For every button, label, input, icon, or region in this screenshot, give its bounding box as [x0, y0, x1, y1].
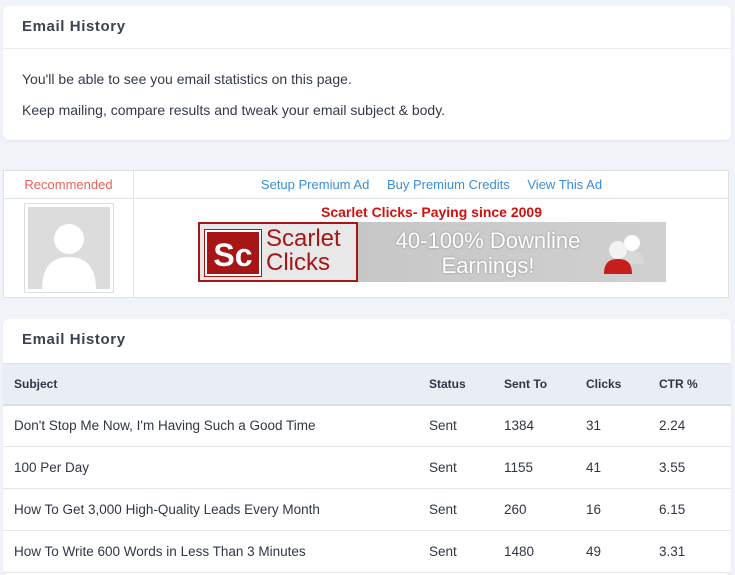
table-row: How To Write 600 Words in Less Than 3 Mi…: [3, 531, 731, 573]
cell-sent-to: 260: [504, 502, 527, 517]
buy-premium-credits-link[interactable]: Buy Premium Credits: [387, 177, 510, 192]
promo-line-1: 40-100% Downline: [395, 228, 581, 253]
banner-promo: 40-100% Downline Earnings!: [373, 228, 603, 278]
ad-box: Recommended Setup Premium Ad Buy Premium…: [3, 170, 729, 298]
col-ctr[interactable]: CTR %: [659, 364, 731, 405]
cell-ctr: 6.15: [659, 502, 686, 517]
cell-status: Sent: [429, 544, 457, 559]
cell-clicks: 31: [586, 418, 602, 434]
cell-sent-to: 1384: [504, 418, 535, 434]
cell-status: Sent: [429, 418, 457, 434]
table-row: How To Get 3,000 High-Quality Leads Ever…: [3, 489, 731, 531]
view-this-ad-link[interactable]: View This Ad: [527, 177, 602, 192]
ad-content: Setup Premium Ad Buy Premium Credits Vie…: [135, 171, 728, 297]
brand-line-2: Clicks: [266, 249, 330, 276]
cell-subject: Don't Stop Me Now, I'm Having Such a Goo…: [14, 418, 316, 434]
banner-brand: Scarlet Clicks: [266, 227, 341, 275]
intro-card: Email History You'll be able to see you …: [3, 6, 731, 140]
cell-sent-to: 1480: [504, 544, 535, 559]
col-clicks[interactable]: Clicks: [586, 364, 659, 405]
cell-ctr: 3.31: [659, 544, 686, 559]
intro-card-title: Email History: [22, 18, 126, 35]
recommended-label: Recommended: [4, 171, 133, 199]
col-subject[interactable]: Subject: [3, 364, 429, 405]
cell-clicks: 16: [586, 502, 602, 517]
table-row: Don't Stop Me Now, I'm Having Such a Goo…: [3, 405, 731, 447]
intro-line-2: Keep mailing, compare results and tweak …: [22, 102, 446, 118]
col-sent-to[interactable]: Sent To: [504, 364, 586, 405]
email-history-table: Subject Status Sent To Clicks CTR % Don'…: [3, 363, 731, 573]
ad-banner[interactable]: Sc Scarlet Clicks 40-100% Downline Earni…: [198, 222, 666, 282]
cell-subject: How To Get 3,000 High-Quality Leads Ever…: [14, 502, 320, 517]
default-avatar-icon: [28, 207, 110, 289]
cell-sent-to: 1155: [504, 460, 534, 475]
banner-logo: Sc Scarlet Clicks: [198, 222, 358, 282]
table-header-row: Subject Status Sent To Clicks CTR %: [3, 363, 731, 405]
history-card-title: Email History: [22, 331, 126, 348]
cell-ctr: 3.55: [659, 460, 686, 475]
cell-status: Sent: [429, 502, 457, 517]
people-icon: [604, 235, 644, 274]
cell-ctr: 2.24: [659, 418, 686, 434]
setup-premium-ad-link[interactable]: Setup Premium Ad: [261, 177, 369, 192]
ad-headline[interactable]: Scarlet Clicks- Paying since 2009: [135, 204, 728, 220]
intro-line-1: You'll be able to see you email statisti…: [22, 71, 352, 87]
brand-line-1: Scarlet: [266, 225, 341, 252]
cell-clicks: 49: [586, 544, 602, 559]
intro-card-body: You'll be able to see you email statisti…: [3, 49, 731, 119]
cell-clicks: 41: [586, 460, 602, 475]
col-status[interactable]: Status: [429, 364, 504, 405]
avatar: [24, 203, 114, 293]
table-row: 100 Per Day Sent 1155 41 3.55: [3, 447, 731, 489]
promo-line-2: Earnings!: [441, 253, 535, 278]
cell-subject: How To Write 600 Words in Less Than 3 Mi…: [14, 544, 306, 559]
cell-status: Sent: [429, 460, 457, 475]
intro-card-header: Email History: [3, 6, 731, 49]
ad-sidebar: Recommended: [4, 171, 134, 297]
sc-logo-mark: Sc: [204, 229, 262, 277]
history-card: Email History Subject Status Sent To Cli…: [3, 319, 731, 575]
ad-links: Setup Premium Ad Buy Premium Credits Vie…: [135, 171, 728, 199]
cell-subject: 100 Per Day: [14, 460, 90, 475]
history-card-header: Email History: [3, 319, 731, 363]
